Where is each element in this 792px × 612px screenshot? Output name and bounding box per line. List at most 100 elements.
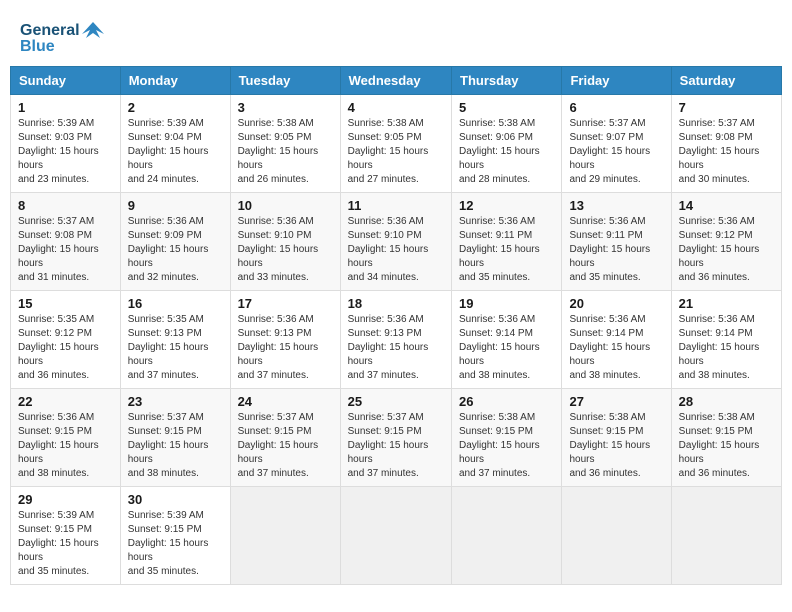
- day-info: Sunrise: 5:36 AMSunset: 9:14 PMDaylight:…: [679, 314, 760, 381]
- column-header-tuesday: Tuesday: [230, 67, 340, 95]
- calendar-cell: [340, 487, 451, 585]
- calendar-table: SundayMondayTuesdayWednesdayThursdayFrid…: [10, 66, 782, 585]
- calendar-cell: 10 Sunrise: 5:36 AMSunset: 9:10 PMDaylig…: [230, 193, 340, 291]
- calendar-cell: 5 Sunrise: 5:38 AMSunset: 9:06 PMDayligh…: [452, 95, 562, 193]
- day-number: 10: [238, 198, 333, 213]
- day-info: Sunrise: 5:37 AMSunset: 9:08 PMDaylight:…: [18, 216, 99, 283]
- day-info: Sunrise: 5:37 AMSunset: 9:07 PMDaylight:…: [569, 118, 650, 185]
- day-number: 21: [679, 296, 774, 311]
- calendar-header-row: SundayMondayTuesdayWednesdayThursdayFrid…: [11, 67, 782, 95]
- column-header-sunday: Sunday: [11, 67, 121, 95]
- day-number: 11: [348, 198, 444, 213]
- calendar-cell: [452, 487, 562, 585]
- calendar-cell: 27 Sunrise: 5:38 AMSunset: 9:15 PMDaylig…: [562, 389, 671, 487]
- day-info: Sunrise: 5:36 AMSunset: 9:15 PMDaylight:…: [18, 412, 99, 479]
- day-info: Sunrise: 5:36 AMSunset: 9:14 PMDaylight:…: [459, 314, 540, 381]
- calendar-cell: 4 Sunrise: 5:38 AMSunset: 9:05 PMDayligh…: [340, 95, 451, 193]
- day-info: Sunrise: 5:39 AMSunset: 9:15 PMDaylight:…: [128, 510, 209, 577]
- day-info: Sunrise: 5:36 AMSunset: 9:12 PMDaylight:…: [679, 216, 760, 283]
- column-header-friday: Friday: [562, 67, 671, 95]
- calendar-cell: 17 Sunrise: 5:36 AMSunset: 9:13 PMDaylig…: [230, 291, 340, 389]
- day-number: 20: [569, 296, 663, 311]
- calendar-cell: 30 Sunrise: 5:39 AMSunset: 9:15 PMDaylig…: [120, 487, 230, 585]
- day-info: Sunrise: 5:36 AMSunset: 9:11 PMDaylight:…: [569, 216, 650, 283]
- day-number: 29: [18, 492, 113, 507]
- day-number: 23: [128, 394, 223, 409]
- calendar-cell: 21 Sunrise: 5:36 AMSunset: 9:14 PMDaylig…: [671, 291, 781, 389]
- column-header-monday: Monday: [120, 67, 230, 95]
- day-info: Sunrise: 5:37 AMSunset: 9:15 PMDaylight:…: [238, 412, 319, 479]
- day-info: Sunrise: 5:36 AMSunset: 9:09 PMDaylight:…: [128, 216, 209, 283]
- calendar-cell: 20 Sunrise: 5:36 AMSunset: 9:14 PMDaylig…: [562, 291, 671, 389]
- day-info: Sunrise: 5:39 AMSunset: 9:15 PMDaylight:…: [18, 510, 99, 577]
- calendar-cell: 3 Sunrise: 5:38 AMSunset: 9:05 PMDayligh…: [230, 95, 340, 193]
- day-number: 18: [348, 296, 444, 311]
- day-info: Sunrise: 5:38 AMSunset: 9:15 PMDaylight:…: [569, 412, 650, 479]
- calendar-cell: 13 Sunrise: 5:36 AMSunset: 9:11 PMDaylig…: [562, 193, 671, 291]
- logo: General Blue: [20, 20, 104, 56]
- day-info: Sunrise: 5:36 AMSunset: 9:11 PMDaylight:…: [459, 216, 540, 283]
- calendar-cell: 23 Sunrise: 5:37 AMSunset: 9:15 PMDaylig…: [120, 389, 230, 487]
- calendar-cell: [671, 487, 781, 585]
- day-number: 7: [679, 100, 774, 115]
- day-info: Sunrise: 5:36 AMSunset: 9:10 PMDaylight:…: [348, 216, 429, 283]
- page-header: General Blue: [10, 10, 782, 61]
- calendar-week-5: 29 Sunrise: 5:39 AMSunset: 9:15 PMDaylig…: [11, 487, 782, 585]
- day-info: Sunrise: 5:38 AMSunset: 9:06 PMDaylight:…: [459, 118, 540, 185]
- day-info: Sunrise: 5:39 AMSunset: 9:03 PMDaylight:…: [18, 118, 99, 185]
- calendar-cell: 7 Sunrise: 5:37 AMSunset: 9:08 PMDayligh…: [671, 95, 781, 193]
- day-number: 1: [18, 100, 113, 115]
- calendar-cell: 6 Sunrise: 5:37 AMSunset: 9:07 PMDayligh…: [562, 95, 671, 193]
- column-header-saturday: Saturday: [671, 67, 781, 95]
- day-number: 30: [128, 492, 223, 507]
- day-number: 6: [569, 100, 663, 115]
- day-number: 14: [679, 198, 774, 213]
- calendar-cell: 28 Sunrise: 5:38 AMSunset: 9:15 PMDaylig…: [671, 389, 781, 487]
- calendar-cell: 29 Sunrise: 5:39 AMSunset: 9:15 PMDaylig…: [11, 487, 121, 585]
- day-info: Sunrise: 5:36 AMSunset: 9:13 PMDaylight:…: [348, 314, 429, 381]
- day-number: 13: [569, 198, 663, 213]
- day-info: Sunrise: 5:37 AMSunset: 9:15 PMDaylight:…: [348, 412, 429, 479]
- day-number: 2: [128, 100, 223, 115]
- calendar-cell: 26 Sunrise: 5:38 AMSunset: 9:15 PMDaylig…: [452, 389, 562, 487]
- calendar-week-4: 22 Sunrise: 5:36 AMSunset: 9:15 PMDaylig…: [11, 389, 782, 487]
- calendar-cell: 14 Sunrise: 5:36 AMSunset: 9:12 PMDaylig…: [671, 193, 781, 291]
- calendar-week-3: 15 Sunrise: 5:35 AMSunset: 9:12 PMDaylig…: [11, 291, 782, 389]
- day-info: Sunrise: 5:37 AMSunset: 9:15 PMDaylight:…: [128, 412, 209, 479]
- calendar-cell: 9 Sunrise: 5:36 AMSunset: 9:09 PMDayligh…: [120, 193, 230, 291]
- day-number: 9: [128, 198, 223, 213]
- day-number: 5: [459, 100, 554, 115]
- day-number: 26: [459, 394, 554, 409]
- day-number: 27: [569, 394, 663, 409]
- day-number: 28: [679, 394, 774, 409]
- day-number: 22: [18, 394, 113, 409]
- day-number: 15: [18, 296, 113, 311]
- day-info: Sunrise: 5:36 AMSunset: 9:14 PMDaylight:…: [569, 314, 650, 381]
- day-number: 16: [128, 296, 223, 311]
- calendar-cell: 15 Sunrise: 5:35 AMSunset: 9:12 PMDaylig…: [11, 291, 121, 389]
- day-number: 24: [238, 394, 333, 409]
- day-number: 8: [18, 198, 113, 213]
- day-info: Sunrise: 5:36 AMSunset: 9:13 PMDaylight:…: [238, 314, 319, 381]
- calendar-cell: 2 Sunrise: 5:39 AMSunset: 9:04 PMDayligh…: [120, 95, 230, 193]
- calendar-cell: 22 Sunrise: 5:36 AMSunset: 9:15 PMDaylig…: [11, 389, 121, 487]
- calendar-cell: 11 Sunrise: 5:36 AMSunset: 9:10 PMDaylig…: [340, 193, 451, 291]
- day-info: Sunrise: 5:38 AMSunset: 9:05 PMDaylight:…: [238, 118, 319, 185]
- day-number: 12: [459, 198, 554, 213]
- calendar-cell: 8 Sunrise: 5:37 AMSunset: 9:08 PMDayligh…: [11, 193, 121, 291]
- calendar-cell: 1 Sunrise: 5:39 AMSunset: 9:03 PMDayligh…: [11, 95, 121, 193]
- logo-bird-icon: [82, 20, 104, 42]
- day-number: 25: [348, 394, 444, 409]
- day-info: Sunrise: 5:38 AMSunset: 9:15 PMDaylight:…: [679, 412, 760, 479]
- day-number: 4: [348, 100, 444, 115]
- column-header-wednesday: Wednesday: [340, 67, 451, 95]
- column-header-thursday: Thursday: [452, 67, 562, 95]
- day-info: Sunrise: 5:35 AMSunset: 9:12 PMDaylight:…: [18, 314, 99, 381]
- calendar-week-2: 8 Sunrise: 5:37 AMSunset: 9:08 PMDayligh…: [11, 193, 782, 291]
- day-info: Sunrise: 5:35 AMSunset: 9:13 PMDaylight:…: [128, 314, 209, 381]
- calendar-body: 1 Sunrise: 5:39 AMSunset: 9:03 PMDayligh…: [11, 95, 782, 585]
- day-info: Sunrise: 5:36 AMSunset: 9:10 PMDaylight:…: [238, 216, 319, 283]
- day-number: 3: [238, 100, 333, 115]
- day-info: Sunrise: 5:38 AMSunset: 9:15 PMDaylight:…: [459, 412, 540, 479]
- calendar-cell: 12 Sunrise: 5:36 AMSunset: 9:11 PMDaylig…: [452, 193, 562, 291]
